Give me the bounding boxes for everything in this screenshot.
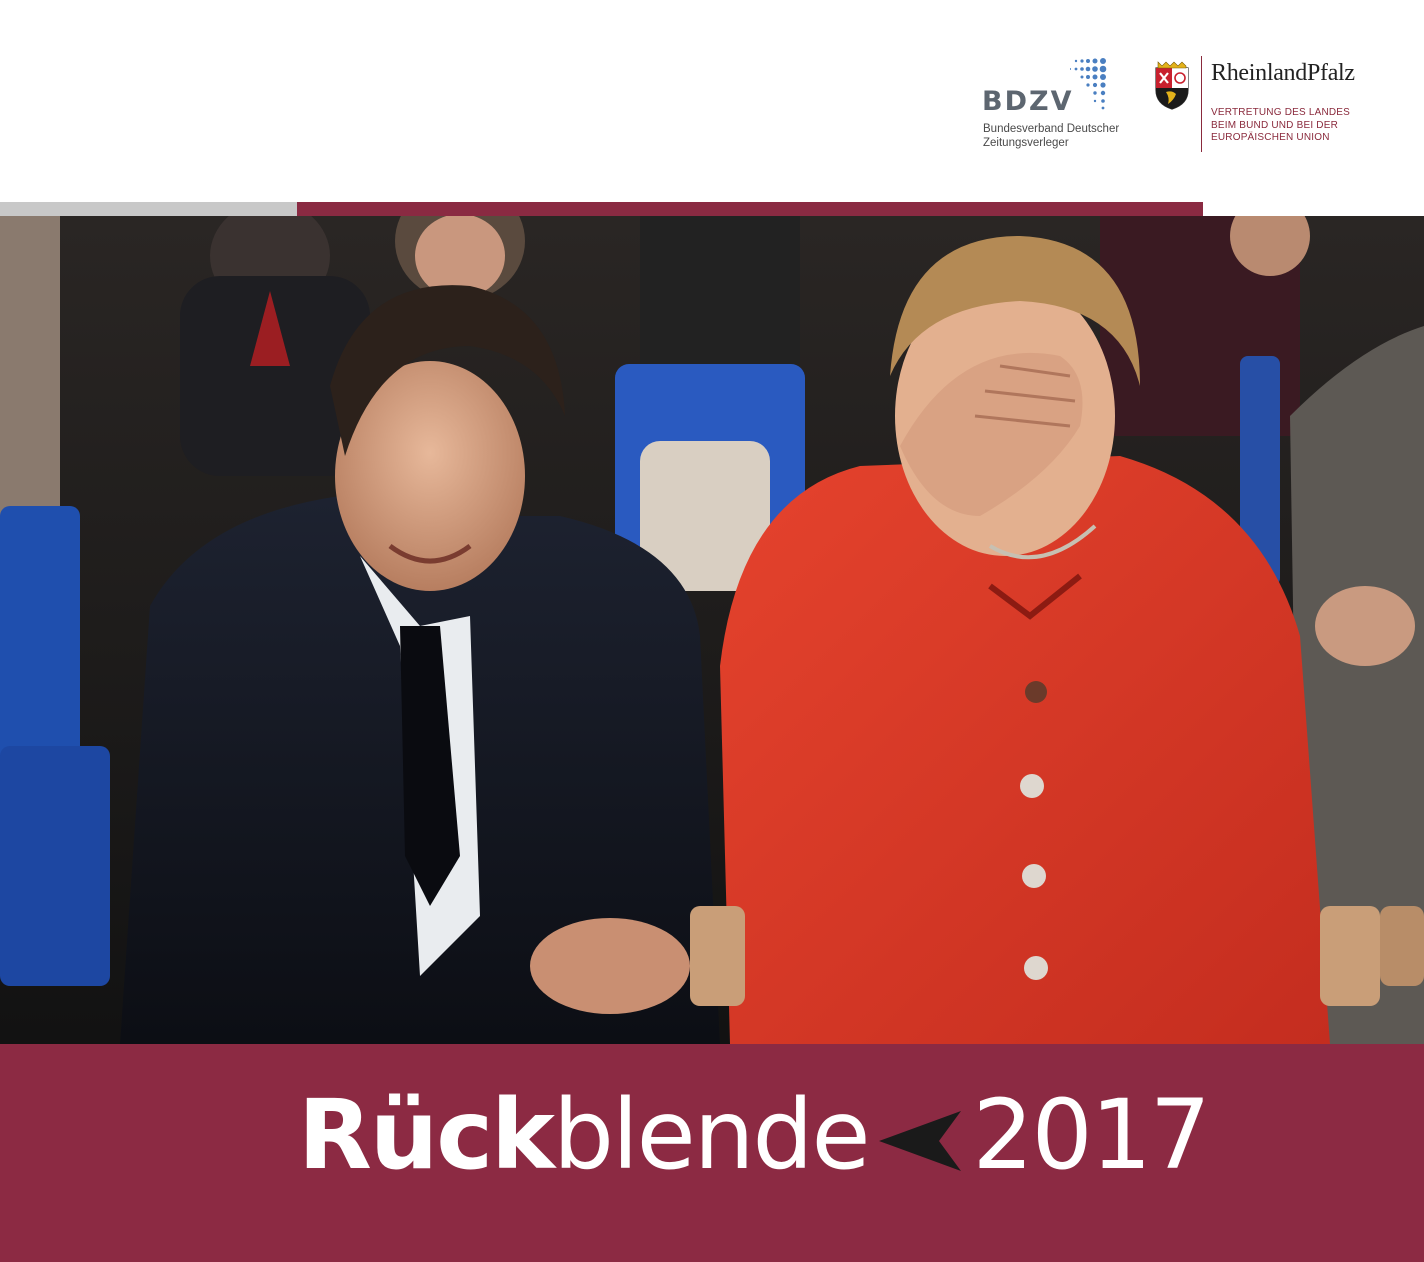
rlp-subtitle: VERTRETUNG DES LANDES BEIM BUND UND BEI …: [1211, 107, 1350, 145]
title-bold-part: Rück: [298, 1079, 555, 1191]
rlp-subtitle-line3: EUROPÄISCHEN UNION: [1211, 132, 1330, 143]
cover-photo-illustration: [0, 216, 1424, 1044]
cover-photo: [0, 216, 1424, 1044]
accent-bar-grey: [0, 202, 297, 216]
bdzv-subtitle-line1: Bundesverband Deutscher: [983, 123, 1120, 135]
rlp-subtitle-line2: BEIM BUND UND BEI DER: [1211, 119, 1338, 131]
rlp-subtitle-line1: VERTRETUNG DES LANDES: [1211, 107, 1351, 118]
left-pointer-icon: [878, 1111, 961, 1171]
rlp-crest-icon: [1155, 61, 1189, 110]
rlp-name: RheinlandPfalz: [1211, 60, 1355, 86]
bdzv-dots-icon: [1070, 58, 1107, 110]
rlp-logo: RheinlandPfalz VERTRETUNG DES LANDES BEI…: [1152, 56, 1382, 156]
bdzv-name: BDZV: [982, 86, 1074, 117]
title-light-part: blende: [553, 1079, 871, 1191]
accent-bar-red: [297, 202, 1203, 216]
rlp-divider: [1201, 56, 1202, 152]
cover-title: Rück blende 2017: [298, 1070, 1211, 1200]
title-year: 2017: [972, 1079, 1211, 1191]
bdzv-logo: BDZV Bundesverband Deutscher Zeitungsver…: [982, 58, 1132, 153]
bdzv-subtitle-line2: Zeitungsverleger: [983, 137, 1069, 149]
bdzv-subtitle: Bundesverband Deutscher Zeitungsverleger: [983, 122, 1133, 150]
